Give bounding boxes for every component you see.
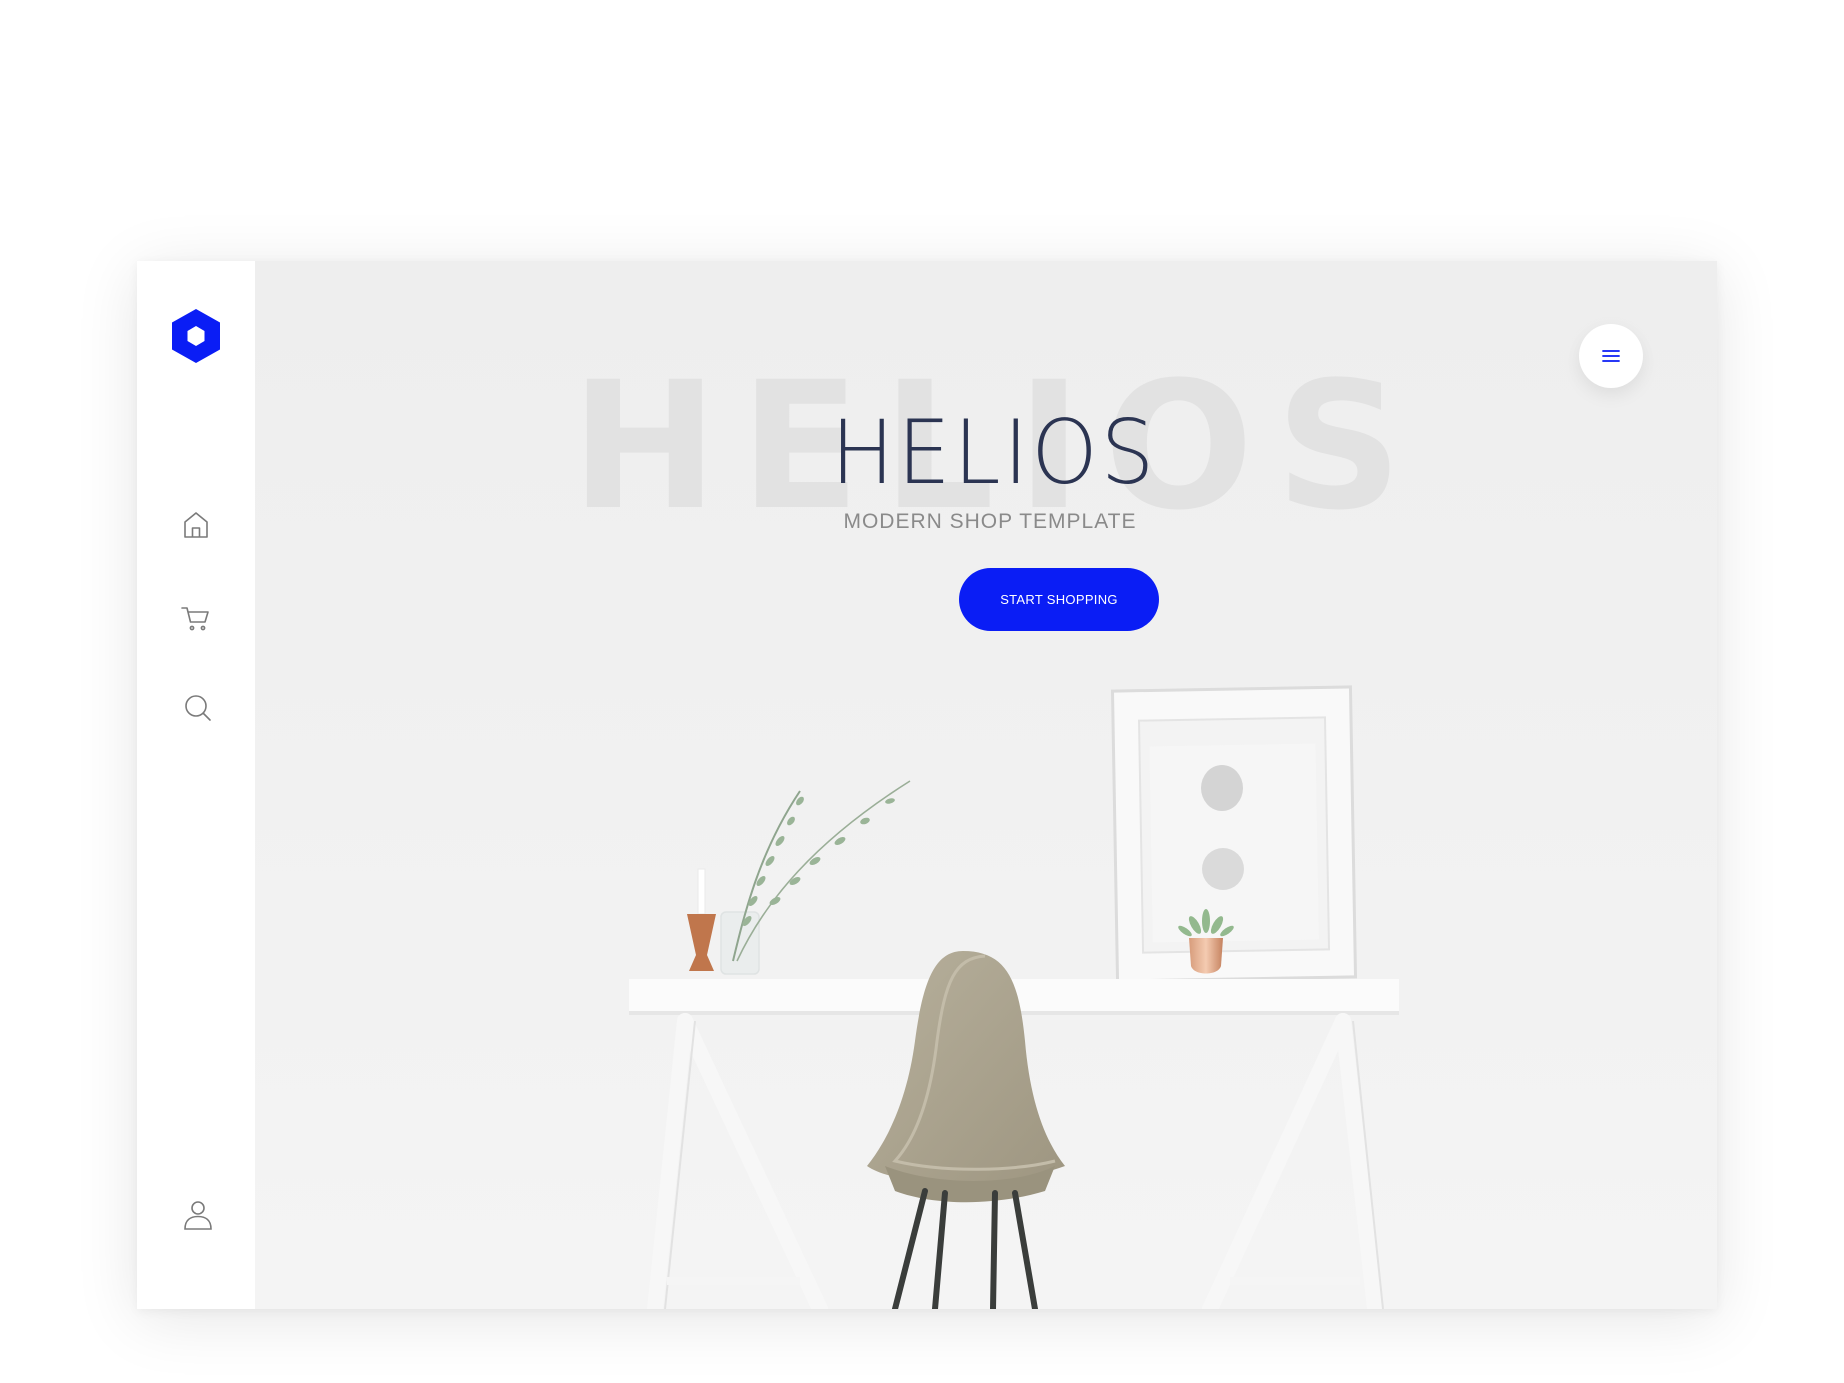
home-icon[interactable]	[178, 507, 214, 543]
hamburger-menu-icon	[1602, 350, 1620, 362]
hero-section: HELIOS HELIOS MODERN SHOP TEMPLATE START…	[255, 261, 1717, 1309]
sidebar	[137, 261, 255, 1309]
start-shopping-button[interactable]: START SHOPPING	[959, 568, 1159, 631]
user-icon[interactable]	[180, 1197, 216, 1233]
hero-title-text: HELIOS	[830, 401, 1158, 504]
hero-title: HELIOS	[255, 409, 1717, 497]
search-icon[interactable]	[180, 690, 216, 726]
menu-button[interactable]	[1579, 324, 1643, 388]
picture-frame	[1110, 685, 1358, 983]
hero-subtitle: MODERN SHOP TEMPLATE	[843, 510, 1137, 533]
cart-icon[interactable]	[178, 600, 214, 636]
app-window: HELIOS HELIOS MODERN SHOP TEMPLATE START…	[137, 261, 1717, 1309]
hexagon-logo-icon[interactable]	[170, 307, 222, 365]
